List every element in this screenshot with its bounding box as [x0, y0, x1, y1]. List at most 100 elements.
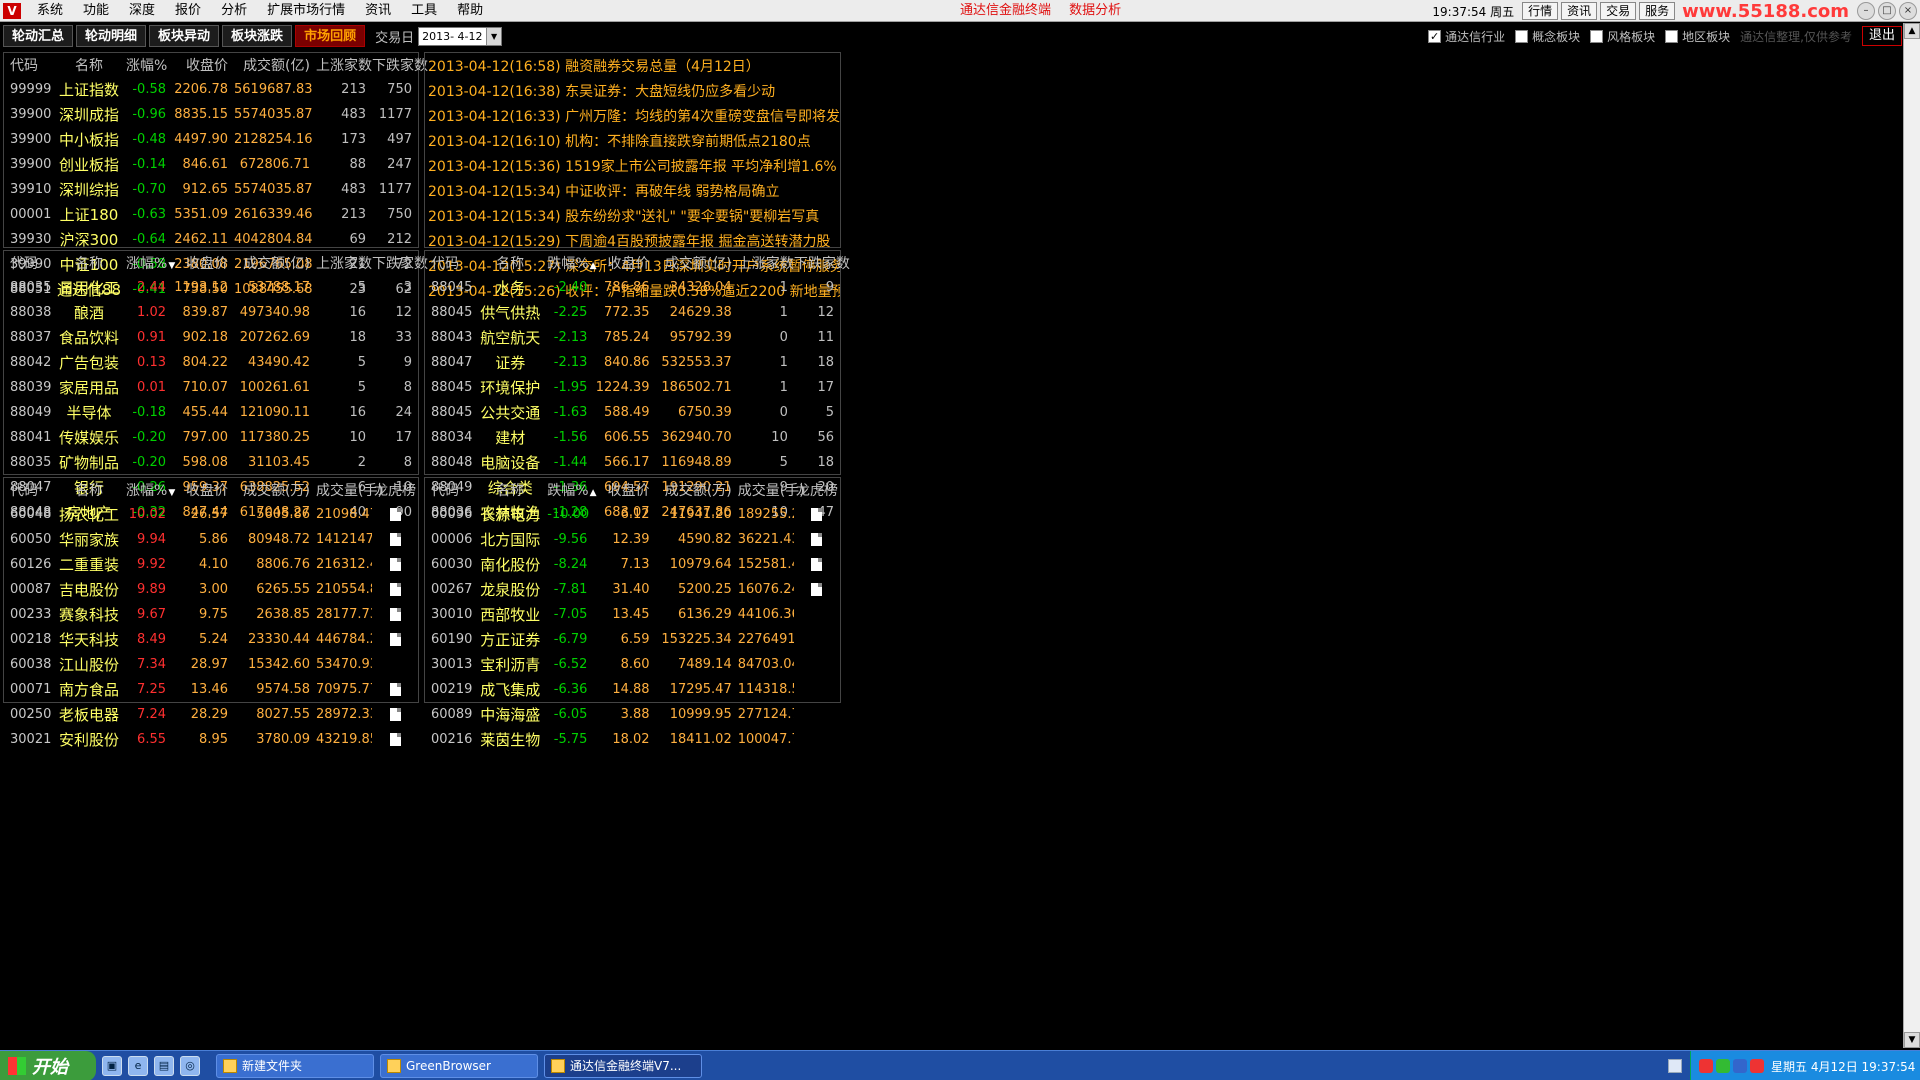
table-row[interactable]: 002166 莱茵生物 -5.75 18.02 18411.02 100047.72 [425, 727, 840, 752]
table-row[interactable]: 601268 二重重装 9.92 4.10 8806.76 216312.40 [4, 552, 418, 577]
tray-volume-icon[interactable] [1733, 1059, 1747, 1073]
table-row[interactable]: 880491 半导体 -0.18 455.44 121090.11 16 24 [4, 400, 418, 425]
dragon-tiger-cell[interactable] [372, 552, 418, 577]
menu-item-7[interactable]: 工具 [401, 0, 447, 22]
table-row[interactable]: 399005 中小板指 -0.48 4497.90 2128254.16 173 497 [4, 127, 418, 152]
table-row[interactable]: 880456 环境保护 -1.95 1224.39 186502.71 1 17 [425, 375, 840, 400]
news-item[interactable]: 2013-04-12(15:34) 中证收评：再破年线 弱势格局确立 [425, 180, 840, 205]
column-header-1[interactable]: 名称 [52, 478, 126, 502]
dragon-tiger-cell[interactable] [794, 552, 840, 577]
menu-item-6[interactable]: 资讯 [355, 0, 401, 22]
table-row[interactable]: 880454 水务 -2.40 786.86 34328.04 1 9 [425, 275, 840, 300]
column-header-2[interactable]: 涨幅% [126, 53, 172, 77]
trade-button[interactable]: 交易 [1600, 2, 1637, 20]
document-icon[interactable] [389, 508, 401, 521]
document-icon[interactable] [389, 583, 401, 596]
table-row[interactable]: 300135 宝利沥青 -6.52 8.60 7489.14 84703.04 [425, 652, 840, 677]
column-header-6[interactable]: 下跌家数 [372, 53, 428, 77]
quicklaunch-browser-icon[interactable]: ◎ [180, 1055, 200, 1076]
column-header-4[interactable]: 成交额(亿) [234, 53, 316, 77]
tray-network-icon[interactable] [1716, 1059, 1730, 1073]
table-row[interactable]: 601901 方正证券 -6.79 6.59 153225.34 2276491.84 [425, 627, 840, 652]
table-row[interactable]: 300218 安利股份 6.55 8.95 3780.09 43219.85 [4, 727, 418, 752]
table-row[interactable]: 880455 供气供热 -2.25 772.35 24629.38 1 12 [425, 300, 840, 325]
column-header-2[interactable]: 跌幅%▲ [547, 478, 596, 502]
news-item[interactable]: 2013-04-12(15:34) 股东纷纷求"送礼" "要伞要锅"要柳岩写真 [425, 205, 840, 230]
column-header-3[interactable]: 收盘价 [172, 251, 234, 275]
table-row[interactable]: 000716 南方食品 7.25 13.46 9574.58 70975.77 [4, 677, 418, 702]
menu-item-2[interactable]: 深度 [119, 0, 165, 22]
chevron-down-icon[interactable]: ▼ [486, 27, 502, 45]
sort-asc-icon[interactable]: ▲ [590, 261, 597, 271]
news-item[interactable]: 2013-04-12(16:38) 东吴证券：大盘短线仍应多看少动 [425, 80, 840, 105]
quicklaunch-explorer-icon[interactable]: ▤ [154, 1055, 174, 1076]
quotes-button[interactable]: 行情 [1522, 2, 1559, 20]
service-button[interactable]: 服务 [1639, 2, 1676, 20]
document-icon[interactable] [811, 583, 823, 596]
table-row[interactable]: 880453 公共交通 -1.63 588.49 6750.39 0 5 [425, 400, 840, 425]
news-item[interactable]: 2013-04-12(16:33) 广州万隆：均线的第4次重磅变盘信号即将发出 [425, 105, 840, 130]
tray-qq-icon[interactable] [1750, 1059, 1764, 1073]
document-icon[interactable] [389, 633, 401, 646]
tab-0[interactable]: 轮动汇总 [3, 25, 74, 47]
taskbar-task-2[interactable]: 通达信金融终端V7... [544, 1053, 702, 1078]
column-header-0[interactable]: 代码 [425, 251, 473, 275]
table-row[interactable]: 600486 扬农化工 10.02 26.57 5605.86 21098.47 [4, 502, 418, 527]
taskbar-task-0[interactable]: 新建文件夹 [216, 1053, 374, 1078]
keyboard-icon[interactable] [1668, 1059, 1682, 1073]
table-row[interactable]: 000010 上证180 -0.63 5351.09 2616339.46 213 750 [4, 202, 418, 227]
table-row[interactable]: 880355 日用化工 2.44 1193.12 53788.17 5 3 [4, 275, 418, 300]
window-title-extra[interactable]: 数据分析 [1069, 3, 1121, 18]
menu-item-4[interactable]: 分析 [211, 0, 257, 22]
document-icon[interactable] [389, 533, 401, 546]
column-header-0[interactable]: 代码 [4, 478, 52, 502]
table-row[interactable]: 399001 深圳成指 -0.96 8835.15 5574035.87 483 1177 [4, 102, 418, 127]
column-header-6[interactable]: 下跌家数 [794, 251, 850, 275]
dragon-tiger-cell[interactable] [372, 677, 418, 702]
tab-2[interactable]: 板块异动 [149, 25, 220, 47]
table-row[interactable]: 880489 电脑设备 -1.44 566.17 116948.89 5 18 [425, 450, 840, 475]
dragon-tiger-cell[interactable] [372, 577, 418, 602]
column-header-4[interactable]: 成交额(万) [234, 478, 316, 502]
column-header-0[interactable]: 代码 [4, 53, 52, 77]
quicklaunch-desktop-icon[interactable]: ▣ [102, 1055, 122, 1076]
column-header-5[interactable]: 上涨家数 [316, 251, 372, 275]
sort-asc-icon[interactable]: ▲ [590, 488, 597, 498]
dragon-tiger-cell[interactable] [372, 502, 418, 527]
table-row[interactable]: 880399 家居用品 0.01 710.07 100261.61 5 8 [4, 375, 418, 400]
dragon-tiger-cell[interactable] [372, 702, 418, 727]
checkbox-box[interactable] [1665, 29, 1679, 43]
column-header-6[interactable]: 龙虎榜 [794, 478, 840, 502]
exit-button[interactable]: 退出 [1861, 26, 1902, 46]
filter-checkbox-1[interactable]: 概念板块 [1515, 28, 1580, 45]
document-icon[interactable] [811, 558, 823, 571]
scroll-down-icon[interactable]: ▼ [1904, 1032, 1920, 1048]
menu-item-3[interactable]: 报价 [165, 0, 211, 22]
column-header-5[interactable]: 上涨家数 [738, 251, 794, 275]
table-row[interactable]: 000966 长源电力 -10.00 6.12 11941.20 189255.20 [425, 502, 840, 527]
column-header-3[interactable]: 收盘价 [172, 53, 234, 77]
table-row[interactable]: 600389 江山股份 7.34 28.97 15342.60 53470.93 [4, 652, 418, 677]
table-row[interactable]: 002337 赛象科技 9.67 9.75 2638.85 28177.73 [4, 602, 418, 627]
table-row[interactable]: 600896 中海海盛 -6.05 3.88 10999.95 277124.74 [425, 702, 840, 727]
document-icon[interactable] [389, 733, 401, 746]
table-row[interactable]: 880430 航空航天 -2.13 785.24 95792.39 0 11 [425, 325, 840, 350]
column-header-1[interactable]: 名称 [52, 251, 126, 275]
info-button[interactable]: 资讯 [1561, 2, 1598, 20]
column-header-3[interactable]: 收盘价 [172, 478, 234, 502]
news-item[interactable]: 2013-04-12(15:36) 1519家上市公司披露年报 平均净利增1.6… [425, 155, 840, 180]
column-header-2[interactable]: 涨幅%▼ [126, 478, 175, 502]
filter-checkbox-0[interactable]: ✓ 通达信行业 [1428, 28, 1505, 45]
scroll-up-icon[interactable]: ▲ [1904, 23, 1920, 39]
column-header-1[interactable]: 名称 [473, 478, 547, 502]
tray-app-icon[interactable] [1699, 1059, 1713, 1073]
table-row[interactable]: 000875 吉电股份 9.89 3.00 6265.55 210554.80 [4, 577, 418, 602]
document-icon[interactable] [389, 608, 401, 621]
column-header-5[interactable]: 成交量(手) [316, 478, 383, 502]
dragon-tiger-cell[interactable] [794, 577, 840, 602]
table-row[interactable]: 880421 广告包装 0.13 804.22 43490.42 5 9 [4, 350, 418, 375]
table-row[interactable]: 000065 北方国际 -9.56 12.39 4590.82 36221.43 [425, 527, 840, 552]
column-header-6[interactable]: 龙虎榜 [372, 478, 418, 502]
dragon-tiger-cell[interactable] [794, 502, 840, 527]
dragon-tiger-cell[interactable] [372, 627, 418, 652]
